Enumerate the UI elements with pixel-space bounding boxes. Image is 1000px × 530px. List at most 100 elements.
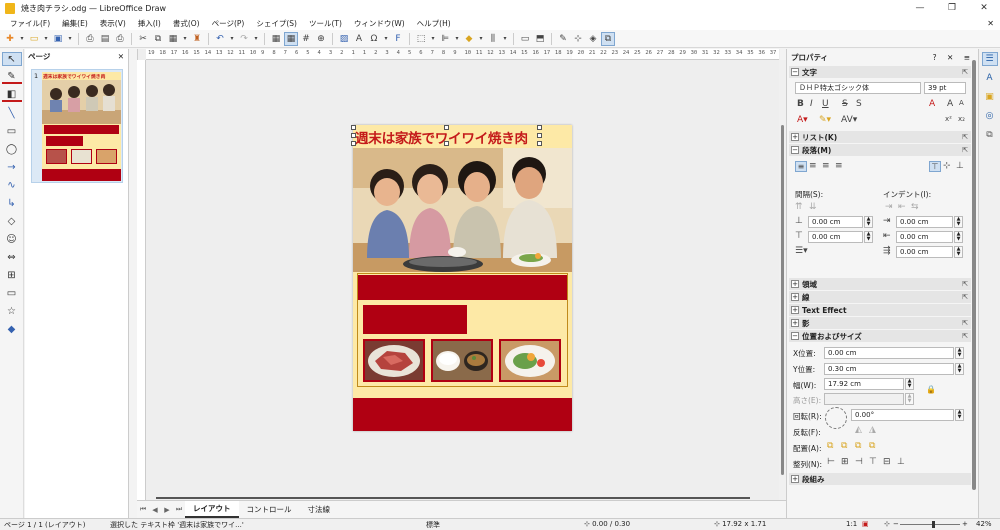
pos-x-field[interactable]: 0.00 cm [824,347,954,359]
selection-handle-bottom-left[interactable] [351,141,356,146]
prev-tab-icon[interactable]: ◀ [149,506,161,514]
selection-handle-top[interactable] [444,125,449,130]
line-tool-icon[interactable]: ╲ [2,106,22,120]
indent-before-spin[interactable]: ▲ ▼ [954,216,963,228]
align-bottom-obj-icon[interactable]: ⊥ [897,457,905,467]
font-name-field[interactable]: ＤＨＰ特太ゴシック体 [795,82,921,94]
spacing-below-spin[interactable]: ▲ ▼ [864,231,873,243]
snap-grid-icon[interactable]: # [299,32,313,46]
redo-icon[interactable]: ↷ [237,32,251,46]
tab-dimension-lines[interactable]: 寸法線 [300,502,339,517]
bold-icon[interactable]: B [797,99,804,109]
section-position-size[interactable]: − 位置およびサイズ ⇱ [789,330,971,342]
highlight-color-icon[interactable]: ✎▾ [819,115,831,125]
paste-icon[interactable]: ▦ [166,32,180,46]
transformations-dropdown-icon[interactable]: ▾ [429,32,437,46]
decrease-spacing-icon[interactable]: ⇊ [809,202,817,212]
sidebar-scrollbar[interactable] [972,60,976,490]
select-icon[interactable]: ↖ [1,52,22,66]
vertical-scrollbar[interactable] [779,60,786,500]
menu-help[interactable]: ヘルプ(H) [411,18,457,29]
distribute-icon[interactable]: ⫼ [486,32,500,46]
doc-modified-icon[interactable]: ▣ [862,520,869,528]
zoom-level[interactable]: 42% [976,520,992,528]
copy-icon[interactable]: ⧉ [151,32,165,46]
curve-icon[interactable]: ∿ [2,178,22,192]
page-thumbnail[interactable]: 1 週末は家族でワイワイ焼き肉 [31,69,123,183]
arrange-icon[interactable]: ◆ [462,32,476,46]
align-middle-obj-icon[interactable]: ⊟ [883,457,891,467]
menu-edit[interactable]: 編集(E) [56,18,94,29]
shapes-deck-icon[interactable]: ⧉ [982,128,998,142]
width-field[interactable]: 17.92 cm [824,378,904,390]
tab-controls[interactable]: コントロール [239,502,300,517]
undo-icon[interactable]: ↶ [213,32,227,46]
align-left-icon[interactable]: ≡ [795,161,807,172]
menu-tools[interactable]: ツール(T) [303,18,348,29]
align-right-obj-icon[interactable]: ⊣ [855,457,863,467]
open-dropdown-icon[interactable]: ▾ [42,32,50,46]
points-icon[interactable]: ✎ [556,32,570,46]
close-window-button[interactable]: ✕ [968,0,1000,16]
indent-after-spin[interactable]: ▲ ▼ [954,231,963,243]
helplines-icon[interactable]: ▦ [284,31,298,46]
section-paragraph[interactable]: − 段落(M) ⇱ [789,144,971,156]
close-pane-icon[interactable]: ✕ [118,52,124,61]
distribute-dropdown-icon[interactable]: ▾ [501,32,509,46]
pos-y-spin[interactable]: ▲ ▼ [955,363,964,375]
food-photo-rice-soup[interactable] [431,339,493,382]
indent-after-field[interactable]: 0.00 cm [896,231,953,243]
bring-to-front-icon[interactable]: ⧉ [827,441,833,451]
sidebar-controls[interactable]: ? ✕ ≡ [933,53,974,62]
callouts-icon[interactable]: ▭ [2,286,22,300]
section-list[interactable]: + リスト(K) ⇱ [789,131,971,143]
first-line-indent-spin[interactable]: ▲ ▼ [954,246,963,258]
insert-textbox-icon[interactable]: A [352,32,366,46]
new-dropdown-icon[interactable]: ▾ [18,32,26,46]
save-icon[interactable]: ▣ [51,32,65,46]
align-top-obj-icon[interactable]: ⊤ [869,457,877,467]
increase-spacing-icon[interactable]: ⇈ [795,202,803,212]
keep-ratio-icon[interactable]: 🔒 [926,385,936,394]
font-color-icon[interactable]: A▾ [797,115,808,125]
first-line-indent-field[interactable]: 0.00 cm [896,246,953,258]
ellipse-icon[interactable]: ◯ [2,142,22,156]
zoom-icon[interactable]: ⊕ [314,32,328,46]
section-character[interactable]: − 文字 ⇱ [789,66,971,78]
align-right-icon[interactable]: ≡ [822,161,830,171]
height-field[interactable] [824,393,904,405]
selection-handle-top-right[interactable] [537,125,542,130]
special-character-dropdown-icon[interactable]: ▾ [382,32,390,46]
arrow-line-icon[interactable]: → [2,160,22,174]
rotation-dial-icon[interactable] [825,407,847,429]
insert-image-icon[interactable]: ▨ [337,32,351,46]
send-backward-icon[interactable]: ⧉ [855,441,861,451]
section-area[interactable]: + 領域 ⇱ [789,278,971,290]
cut-icon[interactable]: ✂ [136,32,150,46]
grid-icon[interactable]: ▦ [269,32,283,46]
symbol-shapes-icon[interactable]: ☺ [2,232,22,246]
spacing-above-field[interactable]: 0.00 cm [808,216,863,228]
increase-font-icon[interactable]: A [947,99,953,109]
menu-page[interactable]: ページ(P) [206,18,251,29]
special-character-icon[interactable]: Ω [367,32,381,46]
section-text-effect[interactable]: + Text Effect [789,304,971,316]
toggle-extrusion-icon[interactable]: ◈ [586,32,600,46]
fill-color-icon[interactable]: ◧ [1,88,22,102]
strikethrough-icon[interactable]: S [842,99,848,109]
food-photo-salad[interactable] [499,339,561,382]
undo-dropdown-icon[interactable]: ▾ [228,32,236,46]
subscript-icon[interactable]: x₂ [958,115,965,123]
section-shadow[interactable]: + 影 ⇱ [789,317,971,329]
selection-handle-bottom[interactable] [444,141,449,146]
send-to-back-icon[interactable]: ⧉ [869,441,875,451]
width-spin[interactable]: ▲ ▼ [905,378,914,390]
clear-formatting-icon[interactable]: A [929,99,935,109]
decrease-indent-icon[interactable]: ⇤ [898,202,906,212]
last-tab-icon[interactable]: ⏭ [173,505,185,514]
shadow-text-icon[interactable]: S [856,99,862,109]
new-icon[interactable]: ✚ [3,32,17,46]
menu-format[interactable]: 書式(O) [167,18,206,29]
clone-formatting-icon[interactable]: ♜ [190,32,204,46]
flyer-page[interactable]: 週末は家族でワイワイ焼き肉 [353,125,572,431]
